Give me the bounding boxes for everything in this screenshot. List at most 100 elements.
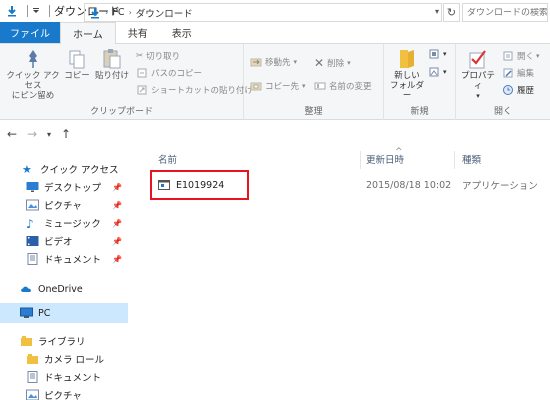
nav-camera-roll[interactable]: カメラ ロール (0, 349, 128, 369)
search-input[interactable] (467, 7, 547, 18)
new-group-label: 新規 (410, 107, 429, 117)
nav-quick-access[interactable]: ★ クイック アクセス (0, 159, 128, 179)
open-button[interactable]: 開く ▾ (502, 50, 540, 62)
clipboard-group-label: クリップボード (89, 107, 153, 117)
column-header-modified[interactable]: 更新日時 (366, 147, 404, 171)
library-icon (21, 336, 32, 346)
copy-to-icon (250, 82, 262, 91)
copy-icon (69, 50, 85, 69)
nav-music-label: ミュージック (44, 219, 101, 230)
history-button[interactable]: 履歴 (502, 84, 534, 96)
column-header-name[interactable]: 名前 (158, 147, 177, 171)
download-arrow-icon (6, 5, 18, 17)
rename-button[interactable]: 名前の変更 (314, 80, 372, 92)
computer-icon (20, 307, 33, 318)
nav-desktop-label: デスクトップ (44, 183, 102, 194)
recent-locations-chevron-icon[interactable]: ▾ (44, 126, 54, 142)
pin-icon[interactable]: 📌 (112, 183, 122, 192)
copy-to-button[interactable]: コピー先 ▾ (250, 80, 306, 92)
delete-dropdown-icon: ▾ (347, 59, 351, 67)
new-item-icon (429, 49, 439, 59)
delete-button[interactable]: ✕ 削除 ▾ (314, 56, 351, 70)
search-box[interactable] (462, 3, 548, 22)
copy-path-button[interactable]: パスのコピー (136, 67, 202, 79)
nav-documents[interactable]: ドキュメント 📌 (0, 249, 128, 269)
address-bar[interactable]: › PC › ダウンロード ▾ (84, 3, 442, 22)
column-separator-2[interactable] (454, 151, 455, 169)
breadcrumb-downloads[interactable]: ダウンロード (136, 6, 193, 20)
copy-path-label: パスのコピー (151, 69, 203, 79)
cloud-icon (21, 286, 31, 292)
breadcrumb-chevron-icon-2: › (128, 8, 132, 17)
address-dropdown-icon[interactable]: ▾ (435, 7, 439, 16)
copy-to-dropdown-icon: ▾ (302, 82, 306, 90)
pin-icon[interactable]: 📌 (112, 255, 122, 264)
pin-icon[interactable]: 📌 (112, 219, 122, 228)
nav-pc[interactable]: PC (0, 303, 128, 323)
nav-videos[interactable]: ビデオ 📌 (0, 231, 128, 251)
nav-pictures[interactable]: ピクチャ 📌 (0, 195, 128, 215)
rename-label: 名前の変更 (329, 82, 372, 92)
move-to-dropdown-icon: ▾ (293, 58, 298, 66)
column-separator[interactable] (360, 151, 361, 169)
paste-icon (103, 49, 121, 69)
file-modified: 2015/08/18 10:02 (366, 179, 452, 191)
open-label: 開く (517, 52, 535, 62)
breadcrumb-pc[interactable]: PC (112, 7, 124, 18)
nav-lib-documents[interactable]: ドキュメント (0, 367, 128, 387)
paste-shortcut-button[interactable]: ショートカットの貼り付け (136, 84, 253, 96)
nav-onedrive-label: OneDrive (38, 283, 83, 295)
move-to-button[interactable]: 移動先 ▾ (250, 56, 297, 68)
new-item-button[interactable]: ▾ (428, 48, 447, 60)
tab-home[interactable]: ホーム (60, 22, 116, 44)
video-icon (26, 236, 39, 246)
new-folder-button[interactable]: 新しい フォルダー (388, 48, 426, 101)
quick-access-toolbar-dropdown-icon[interactable] (32, 7, 40, 15)
new-item-dropdown-icon: ▾ (443, 50, 447, 58)
paste-shortcut-label: ショートカットの貼り付け (151, 86, 254, 96)
easy-access-dropdown-icon: ▾ (443, 68, 447, 76)
cut-label: 切り取り (146, 52, 181, 62)
move-to-icon (250, 58, 262, 67)
cut-button[interactable]: ✂ 切り取り (136, 50, 180, 62)
edit-button[interactable]: 編集 (502, 67, 534, 79)
paste-button[interactable]: 貼り付け (94, 48, 130, 82)
title-separator-2 (49, 5, 50, 17)
organize-group-label: 整理 (304, 107, 323, 117)
refresh-button[interactable]: ↻ (443, 3, 460, 22)
tab-share[interactable]: 共有 (116, 22, 160, 43)
file-type: アプリケーション (462, 181, 538, 192)
copy-button[interactable]: コピー (64, 48, 90, 82)
nav-desktop[interactable]: デスクトップ 📌 (0, 177, 128, 197)
nav-lib-pictures-label: ピクチャ (44, 391, 82, 400)
tab-file[interactable]: ファイル (0, 22, 60, 43)
organize-group: 移動先 ▾ コピー先 ▾ ✕ 削除 ▾ 名前の変更 整理 (244, 44, 384, 120)
download-location-icon (91, 7, 99, 18)
up-arrow-icon[interactable]: ↑ (58, 126, 74, 142)
back-arrow-icon[interactable]: ← (4, 126, 20, 142)
properties-button[interactable]: プロパティ ▾ (458, 48, 498, 100)
pin-icon[interactable]: 📌 (112, 237, 122, 246)
tab-view[interactable]: 表示 (160, 22, 204, 43)
nav-camera-roll-label: カメラ ロール (44, 355, 105, 366)
nav-onedrive[interactable]: OneDrive (0, 279, 128, 299)
properties-label: プロパティ (460, 71, 495, 91)
easy-access-icon (429, 67, 439, 77)
pin-quick-access-button[interactable]: クイック アクセス にピン留め (4, 48, 62, 101)
pin-icon[interactable]: 📌 (112, 201, 122, 210)
easy-access-button[interactable]: ▾ (428, 66, 447, 78)
nav-libraries[interactable]: ライブラリ (0, 331, 128, 351)
history-icon (503, 85, 513, 95)
clipboard-group: クイック アクセス にピン留め コピー 貼り付け ✂ 切り取り パスのコピー シ… (0, 44, 253, 120)
nav-music[interactable]: ♪ ミュージック 📌 (0, 213, 128, 233)
forward-arrow-icon[interactable]: → (24, 126, 40, 142)
copy-path-icon (137, 68, 147, 78)
ribbon-tabs: ファイル ホーム 共有 表示 (0, 22, 550, 44)
column-header-type[interactable]: 種類 (462, 147, 481, 171)
folder-icon (400, 50, 414, 68)
document-icon (27, 371, 38, 383)
nav-lib-pictures[interactable]: ピクチャ (0, 385, 128, 400)
column-header-type-label: 種類 (462, 155, 482, 166)
nav-documents-label: ドキュメント (44, 255, 102, 266)
address-row: ← → ▾ ↑ (0, 121, 550, 147)
